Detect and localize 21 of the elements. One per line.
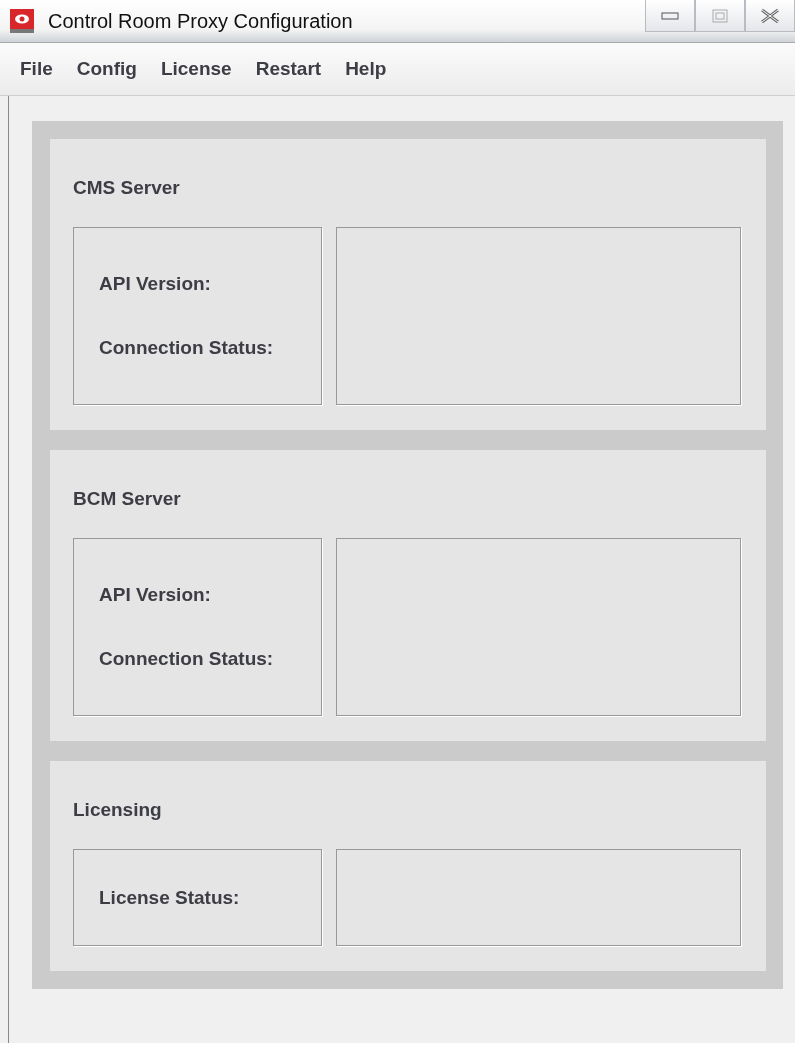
- minimize-button[interactable]: [645, 0, 695, 32]
- minimize-icon: [661, 11, 679, 20]
- eye-icon: [10, 9, 34, 33]
- maximize-icon: [712, 8, 728, 23]
- close-icon: [760, 7, 780, 24]
- maximize-button[interactable]: [695, 0, 745, 32]
- menu-item[interactable]: Restart: [243, 58, 334, 80]
- field-label: Connection Status:: [99, 337, 275, 359]
- menu-item[interactable]: Help: [333, 58, 399, 80]
- panel-title: Licensing: [73, 799, 162, 821]
- field-label: License Status:: [99, 886, 241, 909]
- panel-title: CMS Server: [73, 177, 180, 199]
- menu-item[interactable]: File: [8, 58, 65, 80]
- menu-item[interactable]: License: [148, 58, 244, 80]
- field-label: API Version:: [99, 273, 212, 295]
- menu-item[interactable]: Config: [64, 58, 149, 80]
- field-label: Connection Status:: [99, 648, 275, 670]
- field-label: API Version:: [99, 584, 212, 606]
- panel-title: BCM Server: [73, 488, 181, 510]
- window-title: Control Room Proxy Configuration: [48, 9, 353, 33]
- close-button[interactable]: [745, 0, 795, 32]
